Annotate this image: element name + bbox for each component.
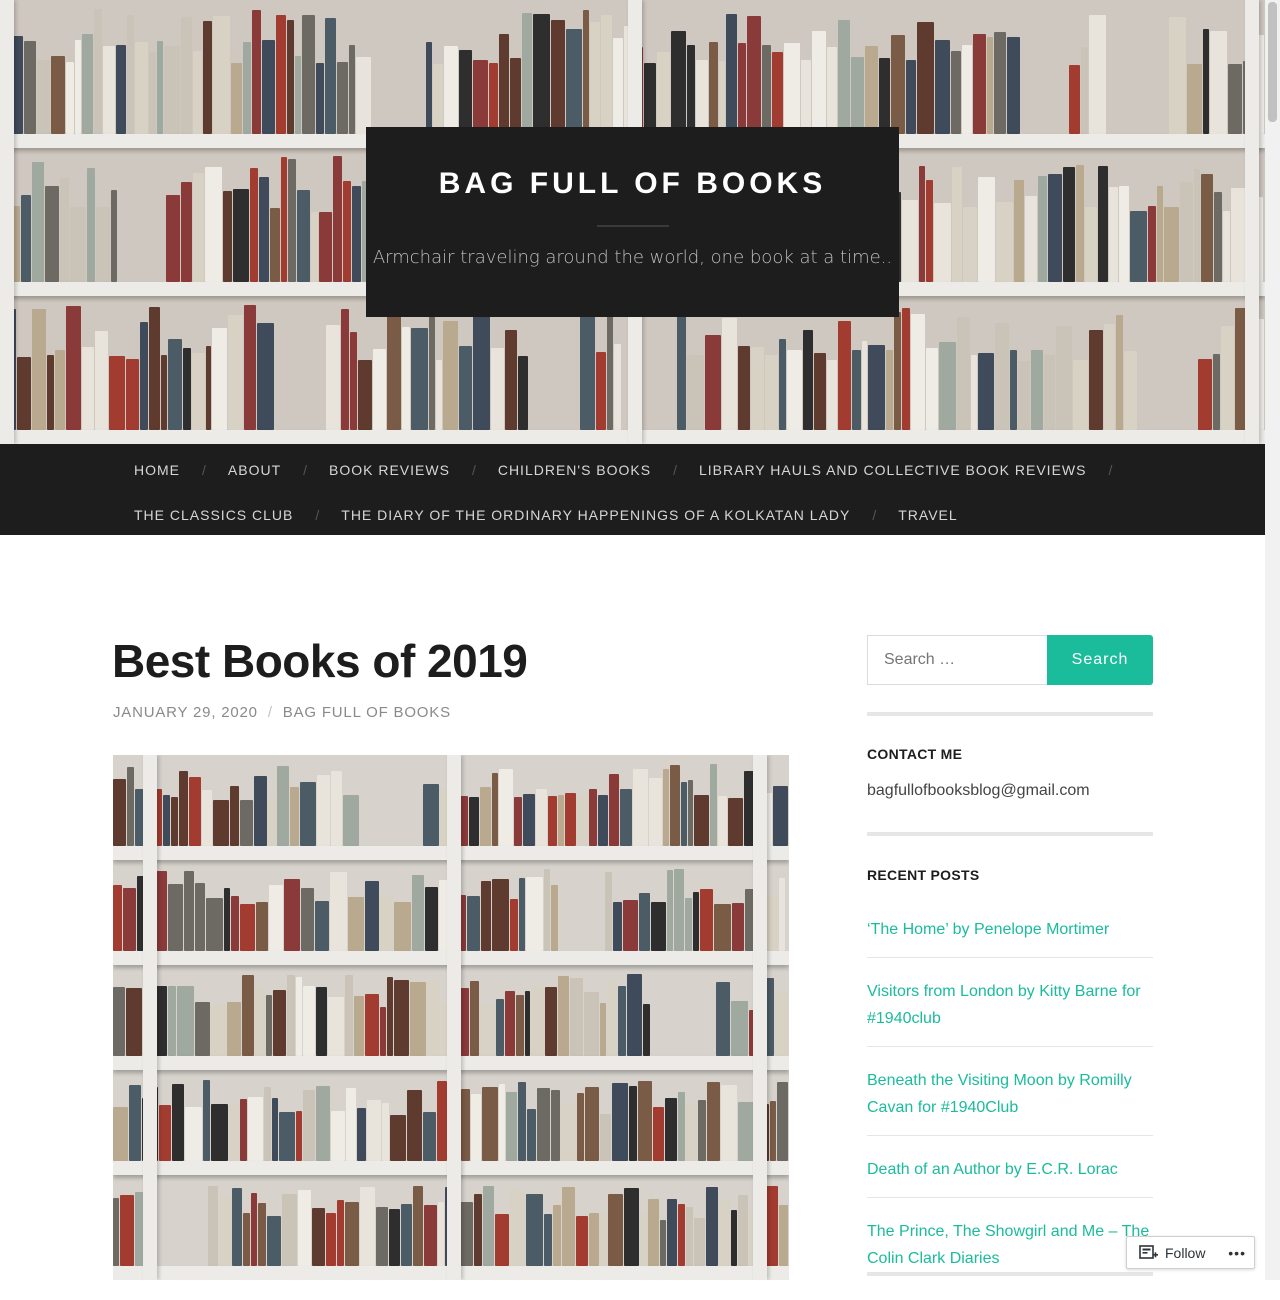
search-input[interactable] xyxy=(867,635,1047,685)
nav-item-travel[interactable]: TRAVEL xyxy=(876,502,979,528)
nav-separator: / xyxy=(1108,462,1113,478)
recent-post-link[interactable]: Beneath the Visiting Moon by Romilly Cav… xyxy=(867,1061,1153,1136)
contact-widget-title: CONTACT ME xyxy=(867,746,963,762)
header-banner: BAG FULL OF BOOKS Armchair traveling aro… xyxy=(0,0,1265,444)
nav-row-2: THE CLASSICS CLUB / THE DIARY OF THE ORD… xyxy=(112,502,980,528)
site-description: Armchair traveling around the world, one… xyxy=(372,247,893,268)
site-branding: BAG FULL OF BOOKS Armchair traveling aro… xyxy=(366,127,899,317)
follow-icon xyxy=(1139,1244,1159,1261)
title-divider xyxy=(596,225,669,227)
recent-post-link[interactable]: Visitors from London by Kitty Barne for … xyxy=(867,972,1153,1047)
recent-posts-list: ‘The Home’ by Penelope Mortimer Visitors… xyxy=(867,910,1153,1300)
search-button[interactable]: Search xyxy=(1047,635,1153,685)
nav-item-diary[interactable]: THE DIARY OF THE ORDINARY HAPPENINGS OF … xyxy=(319,502,872,528)
main-navigation: HOME / ABOUT / BOOK REVIEWS / CHILDREN'S… xyxy=(0,444,1265,535)
site-title[interactable]: BAG FULL OF BOOKS xyxy=(366,167,899,201)
nav-item-home[interactable]: HOME xyxy=(112,457,202,483)
follow-button[interactable]: Follow ••• xyxy=(1126,1236,1255,1269)
nav-item-library-hauls[interactable]: LIBRARY HAULS AND COLLECTIVE BOOK REVIEW… xyxy=(677,457,1108,483)
recent-post-link[interactable]: Death of an Author by E.C.R. Lorac xyxy=(867,1150,1153,1198)
nav-item-classics-club[interactable]: THE CLASSICS CLUB xyxy=(112,502,315,528)
recent-post-link[interactable]: ‘The Home’ by Penelope Mortimer xyxy=(867,910,1153,958)
post-meta: JANUARY 29, 2020 / BAG FULL OF BOOKS xyxy=(113,704,451,721)
scrollbar-thumb[interactable] xyxy=(1268,2,1277,122)
follow-label: Follow xyxy=(1165,1244,1206,1261)
post-date[interactable]: JANUARY 29, 2020 xyxy=(113,704,258,721)
nav-item-childrens-books[interactable]: CHILDREN'S BOOKS xyxy=(476,457,673,483)
post-title[interactable]: Best Books of 2019 xyxy=(112,634,528,688)
widget-divider xyxy=(867,1272,1153,1276)
meta-separator: / xyxy=(267,704,273,721)
widget-divider xyxy=(867,712,1153,716)
nav-item-book-reviews[interactable]: BOOK REVIEWS xyxy=(307,457,472,483)
featured-image[interactable] xyxy=(113,755,789,1280)
contact-email: bagfullofbooksblog@gmail.com xyxy=(867,782,1090,799)
post-author[interactable]: BAG FULL OF BOOKS xyxy=(283,704,451,721)
recent-posts-title: RECENT POSTS xyxy=(867,867,980,883)
nav-row-1: HOME / ABOUT / BOOK REVIEWS / CHILDREN'S… xyxy=(112,457,1112,483)
more-options-icon[interactable]: ••• xyxy=(1228,1245,1246,1261)
nav-item-about[interactable]: ABOUT xyxy=(206,457,303,483)
page-scrollbar[interactable] xyxy=(1265,0,1280,1280)
widget-divider xyxy=(867,832,1153,836)
